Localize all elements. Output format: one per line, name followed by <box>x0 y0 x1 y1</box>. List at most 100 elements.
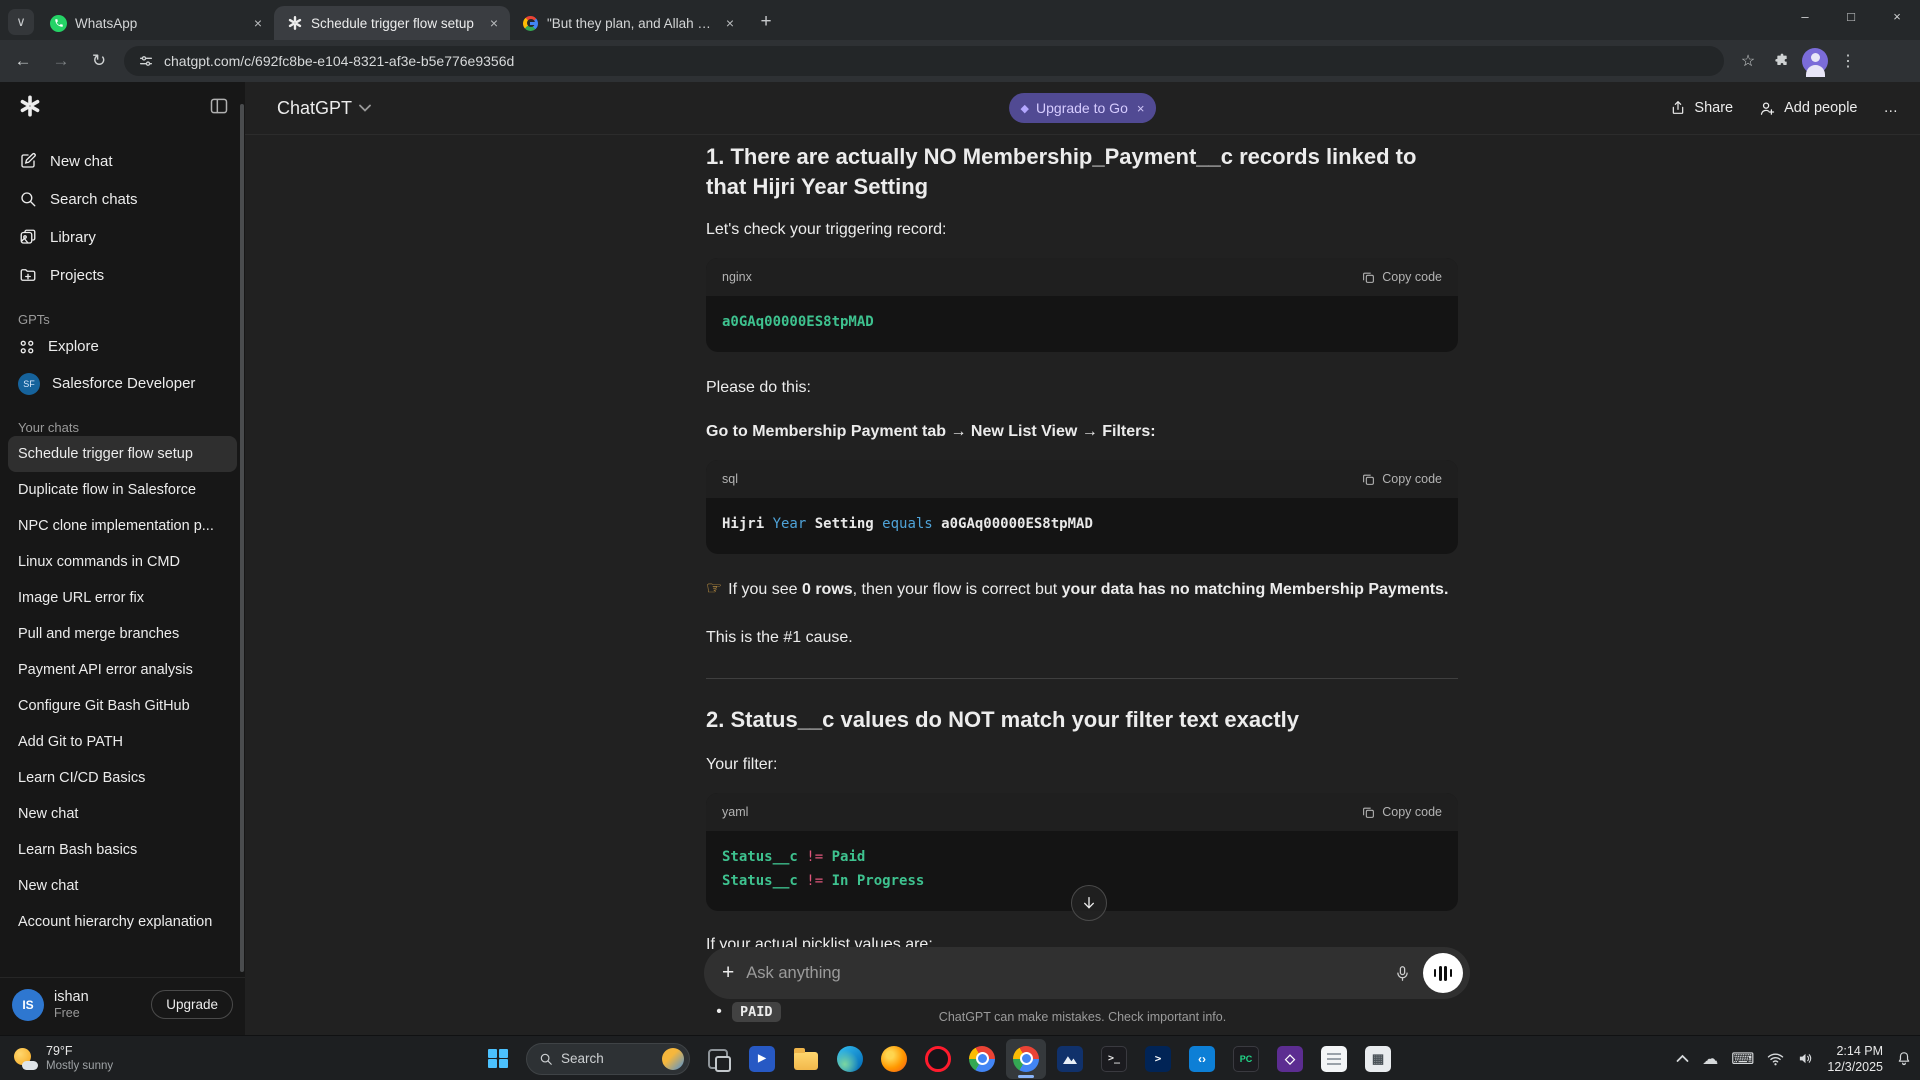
chat-list-item[interactable]: Image URL error fix <box>8 580 237 616</box>
site-info-icon[interactable] <box>138 53 154 69</box>
start-button[interactable] <box>478 1039 518 1079</box>
window-controls: – □ × <box>1782 0 1920 32</box>
sidebar-item-salesforce-developer[interactable]: SF Salesforce Developer <box>8 365 237 402</box>
clock[interactable]: 2:14 PM 12/3/2025 <box>1827 1043 1883 1075</box>
address-bar[interactable]: chatgpt.com/c/692fc8be-e104-8321-af3e-b5… <box>124 46 1724 76</box>
paragraph: This is the #1 cause. <box>706 626 1458 650</box>
chat-list-item[interactable]: Schedule trigger flow setup <box>8 436 237 472</box>
taskbar-icon-chrome-active[interactable] <box>1006 1039 1046 1079</box>
badge-close-icon[interactable]: × <box>1137 101 1145 116</box>
account-row[interactable]: IS ishan Free Upgrade <box>0 977 245 1031</box>
conversation-menu-icon[interactable]: … <box>1884 100 1899 116</box>
sidebar-item-new-chat[interactable]: New chat <box>8 142 237 180</box>
paragraph-bold: Go to Membership Payment tab → New List … <box>706 420 1458 444</box>
taskbar-icon-file-explorer[interactable] <box>786 1039 826 1079</box>
add-people-button[interactable]: Add people <box>1759 100 1857 117</box>
tab-search-button[interactable]: ∨ <box>8 9 34 35</box>
taskbar-icon-terminal[interactable]: >_ <box>1094 1039 1134 1079</box>
onedrive-icon[interactable]: ☁ <box>1702 1049 1718 1069</box>
chat-list-item[interactable]: Pull and merge branches <box>8 616 237 652</box>
chrome-active-icon <box>1013 1046 1039 1072</box>
minimize-button[interactable]: – <box>1782 0 1828 32</box>
voice-mode-button[interactable] <box>1423 953 1463 993</box>
extensions-icon[interactable] <box>1768 47 1796 75</box>
taskbar-icon-firefox[interactable] <box>874 1039 914 1079</box>
chat-list-item[interactable]: Add Git to PATH <box>8 724 237 760</box>
sidebar-item-search-chats[interactable]: Search chats <box>8 180 237 218</box>
browser-profile-avatar[interactable] <box>1802 48 1828 74</box>
conversation-header: ChatGPT ◆ Upgrade to Go × Share Add peop <box>245 82 1920 135</box>
sidebar-scrollbar[interactable] <box>240 104 244 972</box>
salesforce-gpt-avatar: SF <box>18 373 40 395</box>
taskbar-icon-powershell[interactable]: > <box>1138 1039 1178 1079</box>
browser-menu-icon[interactable]: ⋮ <box>1834 47 1862 75</box>
taskbar-icon-visual-studio[interactable]: ◇ <box>1270 1039 1310 1079</box>
volume-icon[interactable] <box>1797 1051 1814 1066</box>
taskbar-icon-chrome[interactable] <box>962 1039 1002 1079</box>
code-language-label: yaml <box>722 805 748 819</box>
sidebar-collapse-icon[interactable] <box>209 96 229 116</box>
attach-plus-icon[interactable]: + <box>722 961 734 985</box>
chat-list-item[interactable]: Linux commands in CMD <box>8 544 237 580</box>
taskbar-search[interactable]: Search <box>526 1043 690 1075</box>
new-tab-button[interactable]: + <box>752 8 780 36</box>
bookmark-star-icon[interactable]: ☆ <box>1734 47 1762 75</box>
reload-button[interactable]: ↻ <box>84 46 114 76</box>
upgrade-to-go-badge[interactable]: ◆ Upgrade to Go × <box>1009 93 1157 123</box>
taskbar-icon-opera[interactable] <box>918 1039 958 1079</box>
taskbar-icon-photos[interactable] <box>1050 1039 1090 1079</box>
tray-chevron-up-icon[interactable] <box>1676 1054 1689 1063</box>
composer[interactable]: + <box>704 947 1470 999</box>
close-button[interactable]: × <box>1874 0 1920 32</box>
taskbar-icon-calculator[interactable]: ▦ <box>1358 1039 1398 1079</box>
taskbar-icon-vscode[interactable]: ‹› <box>1182 1039 1222 1079</box>
tab-google[interactable]: "But they plan, and Allah plans. × <box>510 6 746 40</box>
copy-code-button[interactable]: Copy code <box>1362 472 1442 486</box>
chat-list-item[interactable]: Duplicate flow in Salesforce <box>8 472 237 508</box>
weather-widget[interactable]: 79°F Mostly sunny <box>12 1036 113 1080</box>
tab-whatsapp[interactable]: WhatsApp × <box>38 6 274 40</box>
search-label: Search <box>561 1051 654 1066</box>
taskbar-icon-notepad[interactable] <box>1314 1039 1354 1079</box>
sidebar-item-projects[interactable]: Projects <box>8 256 237 294</box>
touch-keyboard-icon[interactable]: ⌨ <box>1731 1049 1754 1069</box>
sidebar-item-explore[interactable]: Explore <box>8 328 237 365</box>
taskbar-icon-pycharm[interactable]: PC <box>1226 1039 1266 1079</box>
forward-button[interactable]: → <box>46 46 76 76</box>
chat-list-item[interactable]: Learn Bash basics <box>8 832 237 868</box>
taskbar-icon-movies-tv[interactable]: ▶ <box>742 1039 782 1079</box>
taskbar-icon-edge[interactable] <box>830 1039 870 1079</box>
tab-close-button[interactable]: × <box>724 15 736 31</box>
upgrade-button[interactable]: Upgrade <box>151 990 233 1019</box>
search-highlight-icon[interactable] <box>662 1048 684 1070</box>
model-switcher[interactable]: ChatGPT <box>277 98 371 119</box>
tab-title: "But they plan, and Allah plans. <box>547 16 716 31</box>
copy-code-button[interactable]: Copy code <box>1362 805 1442 819</box>
taskbar-icon-task-view[interactable] <box>698 1039 738 1079</box>
chat-list-item[interactable]: New chat <box>8 796 237 832</box>
maximize-button[interactable]: □ <box>1828 0 1874 32</box>
back-button[interactable]: ← <box>8 46 38 76</box>
tab-chatgpt-active[interactable]: Schedule trigger flow setup × <box>274 6 510 40</box>
tab-close-button[interactable]: × <box>488 15 500 31</box>
sidebar-item-label: Salesforce Developer <box>52 375 195 392</box>
library-icon <box>18 228 38 246</box>
message-input[interactable] <box>746 964 1385 983</box>
copy-code-button[interactable]: Copy code <box>1362 270 1442 284</box>
tab-close-button[interactable]: × <box>252 15 264 31</box>
chat-list-item[interactable]: Account hierarchy explanation <box>8 904 237 940</box>
chat-list-item[interactable]: NPC clone implementation p... <box>8 508 237 544</box>
chat-list-item[interactable]: Learn CI/CD Basics <box>8 760 237 796</box>
notifications-bell-icon[interactable] <box>1896 1050 1912 1067</box>
share-button[interactable]: Share <box>1670 100 1733 116</box>
opera-icon <box>925 1046 951 1072</box>
scroll-to-bottom-button[interactable] <box>1071 885 1107 921</box>
calculator-icon: ▦ <box>1365 1046 1391 1072</box>
chat-list-item[interactable]: Payment API error analysis <box>8 652 237 688</box>
dictate-mic-icon[interactable] <box>1385 956 1419 990</box>
wifi-icon[interactable] <box>1767 1052 1784 1066</box>
sidebar-item-library[interactable]: Library <box>8 218 237 256</box>
chatgpt-logo-icon[interactable] <box>18 94 42 118</box>
chat-list-item[interactable]: Configure Git Bash GitHub <box>8 688 237 724</box>
chat-list-item[interactable]: New chat <box>8 868 237 904</box>
